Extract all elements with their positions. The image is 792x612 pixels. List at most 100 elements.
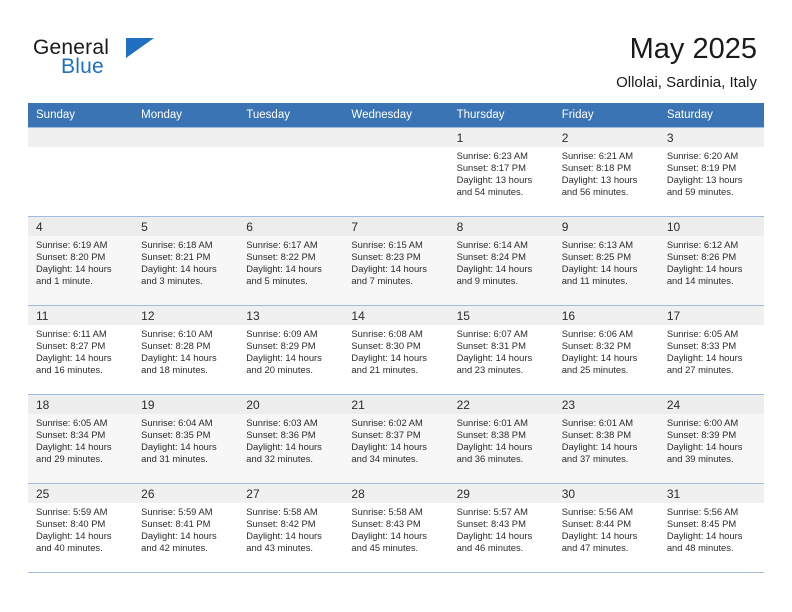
calendar-day-cell[interactable]: 2 Sunrise: 6:21 AM Sunset: 8:18 PM Daylight…: [553, 127, 659, 217]
day-details: Sunrise: 6:18 AM Sunset: 8:21 PM Daylight:…: [133, 236, 238, 287]
calendar-day-cell[interactable]: 3 Sunrise: 6:20 AM Sunset: 8:19 PM Daylight…: [658, 127, 764, 217]
calendar-day-cell[interactable]: 31 Sunrise: 5:56 AM Sunset: 8:45 PM Dayligh…: [658, 483, 764, 573]
sunset-text: Sunset: 8:30 PM: [351, 340, 421, 352]
sunset-text: Sunset: 8:35 PM: [141, 429, 211, 441]
daylight-text-line1: Daylight: 14 hours: [246, 352, 322, 364]
day-number: [133, 128, 239, 147]
calendar-day-cell[interactable]: 18 Sunrise: 6:05 AM Sunset: 8:34 PM Dayligh…: [28, 394, 134, 484]
daylight-text-line1: Daylight: 14 hours: [141, 441, 217, 453]
daylight-text-line1: Daylight: 14 hours: [246, 530, 322, 542]
day-details: Sunrise: 6:01 AM Sunset: 8:38 PM Daylight:…: [449, 414, 554, 465]
day-details: Sunrise: 5:56 AM Sunset: 8:44 PM Daylight:…: [554, 503, 659, 554]
daylight-text-line2: and 36 minutes.: [456, 453, 524, 465]
calendar-day-cell[interactable]: 5 Sunrise: 6:18 AM Sunset: 8:21 PM Daylight…: [133, 216, 239, 306]
cell-inner: 2 Sunrise: 6:21 AM Sunset: 8:18 PM Daylight…: [553, 128, 659, 216]
daylight-text-line2: and 43 minutes.: [246, 542, 313, 554]
calendar-day-cell[interactable]: 22 Sunrise: 6:01 AM Sunset: 8:38 PM Dayligh…: [448, 394, 554, 484]
cell-inner: 1 Sunrise: 6:23 AM Sunset: 8:17 PM Daylight…: [448, 128, 554, 216]
sunrise-text: Sunrise: 5:56 AM: [666, 506, 739, 517]
calendar-day-cell[interactable]: 7 Sunrise: 6:15 AM Sunset: 8:23 PM Daylight…: [343, 216, 449, 306]
calendar-day-cell[interactable]: 25 Sunrise: 5:59 AM Sunset: 8:40 PM Dayligh…: [28, 483, 134, 573]
day-details: Sunrise: 6:14 AM Sunset: 8:24 PM Daylight:…: [449, 236, 554, 287]
weekday-header-tuesday: Tuesday: [238, 103, 344, 128]
calendar-day-cell[interactable]: 23 Sunrise: 6:01 AM Sunset: 8:38 PM Dayligh…: [553, 394, 659, 484]
calendar-day-cell[interactable]: 1 Sunrise: 6:23 AM Sunset: 8:17 PM Daylight…: [448, 127, 554, 217]
day-details: Sunrise: 5:58 AM Sunset: 8:42 PM Daylight:…: [238, 503, 343, 554]
daylight-text-line2: and 3 minutes.: [141, 275, 203, 287]
daylight-text-line1: Daylight: 14 hours: [36, 530, 112, 542]
calendar-day-cell[interactable]: 17 Sunrise: 6:05 AM Sunset: 8:33 PM Dayligh…: [658, 305, 764, 395]
calendar-day-cell[interactable]: 20 Sunrise: 6:03 AM Sunset: 8:36 PM Dayligh…: [238, 394, 344, 484]
calendar-day-cell[interactable]: 24 Sunrise: 6:00 AM Sunset: 8:39 PM Dayligh…: [658, 394, 764, 484]
calendar-cell-empty: [343, 127, 449, 217]
daylight-text-line1: Daylight: 14 hours: [561, 530, 638, 542]
sunset-text: Sunset: 8:29 PM: [246, 340, 316, 352]
calendar-day-cell[interactable]: 29 Sunrise: 5:57 AM Sunset: 8:43 PM Dayligh…: [448, 483, 554, 573]
sunset-text: Sunset: 8:38 PM: [456, 429, 526, 441]
day-details: Sunrise: 6:17 AM Sunset: 8:22 PM Daylight:…: [238, 236, 343, 287]
calendar-day-cell[interactable]: 21 Sunrise: 6:02 AM Sunset: 8:37 PM Dayligh…: [343, 394, 449, 484]
sunset-text: Sunset: 8:34 PM: [36, 429, 106, 441]
day-details: Sunrise: 6:01 AM Sunset: 8:38 PM Daylight:…: [554, 414, 659, 465]
daylight-text-line1: Daylight: 14 hours: [666, 352, 743, 364]
sunset-text: Sunset: 8:22 PM: [246, 251, 316, 263]
day-number: 14: [343, 306, 449, 325]
day-number: 1: [448, 128, 554, 147]
calendar-day-cell[interactable]: 30 Sunrise: 5:56 AM Sunset: 8:44 PM Dayligh…: [553, 483, 659, 573]
day-number: 29: [448, 484, 554, 503]
daylight-text-line2: and 14 minutes.: [666, 275, 734, 287]
calendar-day-cell[interactable]: 28 Sunrise: 5:58 AM Sunset: 8:43 PM Dayligh…: [343, 483, 449, 573]
calendar-day-cell[interactable]: 8 Sunrise: 6:14 AM Sunset: 8:24 PM Daylight…: [448, 216, 554, 306]
sunset-text: Sunset: 8:19 PM: [666, 162, 737, 174]
sunrise-text: Sunrise: 6:12 AM: [666, 239, 739, 250]
sunset-text: Sunset: 8:44 PM: [561, 518, 632, 530]
daylight-text-line2: and 59 minutes.: [666, 186, 734, 198]
cell-inner: 14 Sunrise: 6:08 AM Sunset: 8:30 PM Dayligh…: [343, 306, 449, 394]
calendar-day-cell[interactable]: 19 Sunrise: 6:04 AM Sunset: 8:35 PM Dayligh…: [133, 394, 239, 484]
daylight-text-line1: Daylight: 14 hours: [351, 352, 427, 364]
calendar-day-cell[interactable]: 11 Sunrise: 6:11 AM Sunset: 8:27 PM Dayligh…: [28, 305, 134, 395]
calendar-day-cell[interactable]: 26 Sunrise: 5:59 AM Sunset: 8:41 PM Dayligh…: [133, 483, 239, 573]
calendar-day-cell[interactable]: 10 Sunrise: 6:12 AM Sunset: 8:26 PM Dayligh…: [658, 216, 764, 306]
daylight-text-line1: Daylight: 14 hours: [456, 530, 533, 542]
daylight-text-line2: and 27 minutes.: [666, 364, 734, 376]
day-number: 9: [553, 217, 659, 236]
sunrise-text: Sunrise: 6:02 AM: [351, 417, 423, 428]
cell-inner: 8 Sunrise: 6:14 AM Sunset: 8:24 PM Daylight…: [448, 217, 554, 305]
calendar-day-cell[interactable]: 16 Sunrise: 6:06 AM Sunset: 8:32 PM Dayligh…: [553, 305, 659, 395]
daylight-text-line2: and 11 minutes.: [561, 275, 628, 287]
cell-inner: 12 Sunrise: 6:10 AM Sunset: 8:28 PM Dayligh…: [133, 306, 239, 394]
calendar-day-cell[interactable]: 9 Sunrise: 6:13 AM Sunset: 8:25 PM Daylight…: [553, 216, 659, 306]
calendar-day-cell[interactable]: 13 Sunrise: 6:09 AM Sunset: 8:29 PM Dayligh…: [238, 305, 344, 395]
calendar-day-cell[interactable]: 4 Sunrise: 6:19 AM Sunset: 8:20 PM Daylight…: [28, 216, 134, 306]
day-number: 21: [343, 395, 449, 414]
daylight-text-line1: Daylight: 14 hours: [666, 441, 743, 453]
day-number: 10: [658, 217, 764, 236]
day-details: Sunrise: 6:05 AM Sunset: 8:33 PM Daylight:…: [659, 325, 764, 376]
day-number: 26: [133, 484, 239, 503]
sunrise-text: Sunrise: 6:01 AM: [456, 417, 528, 428]
sunset-text: Sunset: 8:20 PM: [36, 251, 106, 263]
day-number: 11: [28, 306, 134, 325]
daylight-text-line1: Daylight: 14 hours: [561, 352, 638, 364]
calendar-day-cell[interactable]: 12 Sunrise: 6:10 AM Sunset: 8:28 PM Dayligh…: [133, 305, 239, 395]
daylight-text-line2: and 39 minutes.: [666, 453, 734, 465]
day-number: [238, 128, 344, 147]
daylight-text-line2: and 1 minute.: [36, 275, 93, 287]
calendar-day-cell[interactable]: 15 Sunrise: 6:07 AM Sunset: 8:31 PM Dayligh…: [448, 305, 554, 395]
weekday-header-saturday: Saturday: [658, 103, 764, 128]
sunrise-text: Sunrise: 6:11 AM: [36, 328, 107, 339]
daylight-text-line1: Daylight: 14 hours: [141, 352, 217, 364]
calendar-day-cell[interactable]: 6 Sunrise: 6:17 AM Sunset: 8:22 PM Daylight…: [238, 216, 344, 306]
daylight-text-line1: Daylight: 14 hours: [351, 530, 427, 542]
brand-logo[interactable]: General Blue: [33, 36, 213, 88]
day-details: Sunrise: 6:03 AM Sunset: 8:36 PM Daylight:…: [238, 414, 343, 465]
day-details: Sunrise: 5:56 AM Sunset: 8:45 PM Daylight:…: [659, 503, 764, 554]
sunrise-text: Sunrise: 5:59 AM: [36, 506, 108, 517]
cell-inner: 18 Sunrise: 6:05 AM Sunset: 8:34 PM Dayligh…: [28, 395, 134, 483]
daylight-text-line1: Daylight: 14 hours: [36, 441, 112, 453]
sunset-text: Sunset: 8:38 PM: [561, 429, 632, 441]
calendar-day-cell[interactable]: 27 Sunrise: 5:58 AM Sunset: 8:42 PM Dayligh…: [238, 483, 344, 573]
calendar-day-cell[interactable]: 14 Sunrise: 6:08 AM Sunset: 8:30 PM Dayligh…: [343, 305, 449, 395]
daylight-text-line2: and 5 minutes.: [246, 275, 308, 287]
